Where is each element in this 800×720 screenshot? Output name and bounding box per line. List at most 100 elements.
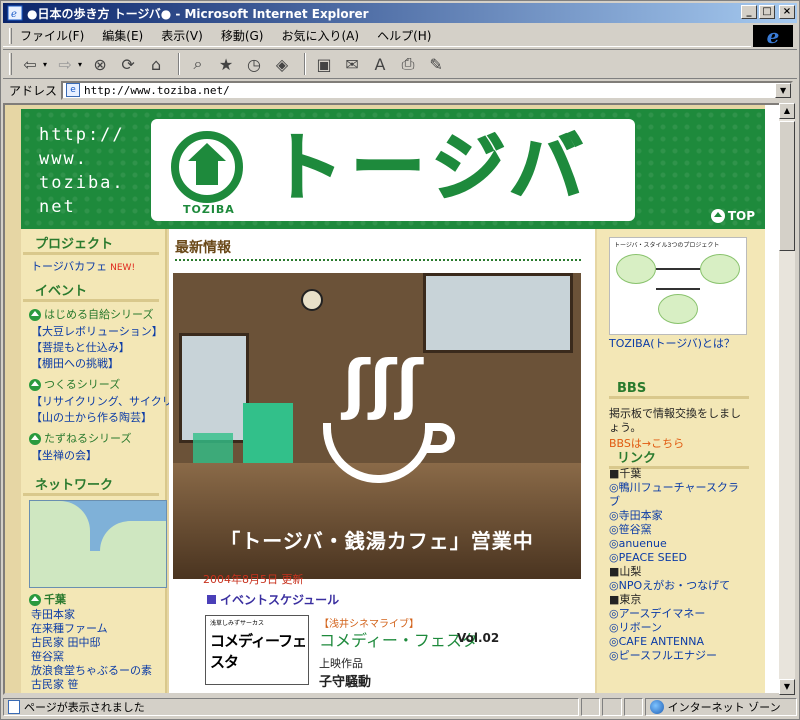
about-link[interactable]: TOZIBA(トージバ)とは？ [609,337,749,351]
ie-logo-icon: e [766,24,780,48]
home-icon[interactable]: ⌂ [144,52,168,76]
series-label[interactable]: はじめる自給シリーズ [44,306,153,324]
event-schedule-label[interactable]: イベントスケジュール [220,591,339,608]
external-link[interactable]: ◎CAFE ANTENNA [609,635,749,649]
event-link[interactable]: 【リサイクリング、サイクリング】 [21,394,206,410]
project-heading: プロジェクト [23,229,159,255]
external-link[interactable]: ◎NPOえがお・つなげて [609,579,749,593]
security-zone: インターネット ゾーン [644,698,797,716]
network-heading: ネットワーク [23,470,159,496]
address-label: アドレス [9,83,58,98]
project-cafe-link[interactable]: トージバカフェ NEW! [21,259,165,276]
minimize-button[interactable]: _ [741,5,757,19]
external-link[interactable]: ◎アースデイマネー [609,607,749,621]
top-link-label: TOP [727,209,755,223]
toolbar: ⇦ ▾ ⇨ ▾ ⊗ ⟳ ⌂ ⌕ ★ ◷ ◈ ▣ ✉ A ⎙ ✎ [3,49,797,79]
link-region-heading: ■千葉 [609,467,642,480]
font-icon[interactable]: A [368,52,392,76]
forward-icon[interactable]: ⇨ [53,52,77,76]
menu-go[interactable]: 移動(G) [221,27,264,44]
network-link[interactable]: 古民家 田中邸 [21,636,165,650]
external-link[interactable]: ◎PEACE SEED [609,551,749,565]
menu-file[interactable]: ファイル(F) [20,27,84,44]
left-sidebar: プロジェクト トージバカフェ NEW! イベント はじめる自給シリーズ 【大豆レボ… [21,229,206,693]
project-diagram[interactable]: トージバ・スタイル3つのプロジェクト [609,237,747,335]
address-url[interactable]: http://www.toziba.net/ [84,84,230,97]
external-link[interactable]: ◎リボーン [609,621,749,635]
house-icon [29,594,41,606]
browser-window: e ●日本の歩き方 トージバ● - Microsoft Internet Exp… [0,0,800,720]
network-link[interactable]: 寺田本家 [21,608,165,622]
external-link[interactable]: ◎寺田本家 [609,509,749,523]
network-link[interactable]: 在来種ファーム [21,622,165,636]
external-link[interactable]: ◎ピースフルエナジー [609,649,749,663]
print-icon[interactable]: ⎙ [396,52,420,76]
event-link[interactable]: 【山の土から作る陶芸】 [21,410,165,426]
series-label[interactable]: つくるシリーズ [44,376,120,394]
series-heading[interactable]: たずねるシリーズ [21,430,165,448]
status-text: ページが表示されました [24,701,145,714]
banner-url: http:// www. toziba. net [39,123,125,219]
series-heading[interactable]: はじめる自給シリーズ [21,306,165,324]
network-link[interactable]: 古民家 笹 [21,678,165,692]
event-link[interactable]: 【棚田への挑戦】 [21,356,165,372]
history-icon[interactable]: ◷ [242,52,266,76]
banner-url-line: net [39,197,76,217]
right-sidebar: トージバ・スタイル3つのプロジェクト TOZIBA(トージバ)とは？ BBS 掲… [597,229,765,693]
menu-favorites[interactable]: お気に入り(A) [281,27,359,44]
stop-icon[interactable]: ⊗ [88,52,112,76]
chiba-label: 千葉 [44,593,66,606]
menu-edit[interactable]: 編集(E) [102,27,143,44]
menu-view[interactable]: 表示(V) [161,27,203,44]
maximize-button[interactable]: □ [759,5,775,19]
event-title[interactable]: コメディー・フェスタ [319,627,478,651]
fullscreen-icon[interactable]: ▣ [312,52,336,76]
favorites-icon[interactable]: ★ [214,52,238,76]
house-icon [29,379,41,391]
menu-grip[interactable] [9,27,12,44]
back-dropdown-icon[interactable]: ▾ [43,60,47,69]
event-link[interactable]: 【大豆レボリューション】 [21,324,165,340]
yamanashi-heading: 山梨 [21,692,165,693]
scroll-thumb[interactable] [779,121,795,251]
window-title: ●日本の歩き方 トージバ● - Microsoft Internet Explo… [27,6,369,21]
scroll-down-icon[interactable]: ▼ [779,679,795,695]
forward-dropdown-icon[interactable]: ▾ [78,60,82,69]
mail-icon[interactable]: ✉ [340,52,364,76]
event-schedule-heading[interactable]: イベントスケジュール [207,591,339,608]
toolbar-grip[interactable] [9,53,12,75]
poster-top: 浅草しみずサーカス [210,620,265,627]
menu-help[interactable]: ヘルプ(H) [377,27,431,44]
event-subtitle: 上映作品 [319,657,363,670]
address-input[interactable]: e http://www.toziba.net/ ▼ [61,80,794,100]
external-link[interactable]: ◎笹谷窯 [609,523,749,537]
network-map[interactable] [29,500,167,588]
banner-url-line: http:// [39,125,125,145]
external-link[interactable]: ◎鴨川フューチャースクラブ [609,481,749,509]
edit-icon[interactable]: ✎ [424,52,448,76]
event-poster[interactable]: 浅草しみずサーカス コメディーフェスタ [205,615,309,685]
page-icon: e [66,83,81,97]
vertical-scrollbar[interactable]: ▲ ▼ [779,103,795,695]
channels-icon[interactable]: ◈ [270,52,294,76]
project-cafe-label[interactable]: トージバカフェ [31,260,107,273]
top-link[interactable]: TOP [710,209,755,223]
address-dropdown-icon[interactable]: ▼ [775,82,792,98]
close-button[interactable]: × [779,5,795,19]
external-link[interactable]: ◎anuenue [609,537,749,551]
status-panel [623,698,643,716]
network-link[interactable]: 放浪食堂ちゃぶるーの素 [21,664,165,678]
event-link[interactable]: 【菩提もと仕込み】 [21,340,165,356]
link-region-heading: ■山梨 [609,565,642,578]
series-label[interactable]: たずねるシリーズ [44,430,131,448]
series-heading[interactable]: つくるシリーズ [21,376,165,394]
search-icon[interactable]: ⌕ [186,52,210,76]
web-page: http:// www. toziba. net TOZIBA トージバ TOP [5,105,765,693]
refresh-icon[interactable]: ⟳ [116,52,140,76]
scroll-up-icon[interactable]: ▲ [779,103,795,119]
back-icon[interactable]: ⇦ [18,52,42,76]
toolbar-separator [178,53,181,75]
banner-url-line: toziba. [39,173,125,193]
network-link[interactable]: 笹谷窯 [21,650,165,664]
event-link[interactable]: 【坐禅の会】 [21,448,165,464]
